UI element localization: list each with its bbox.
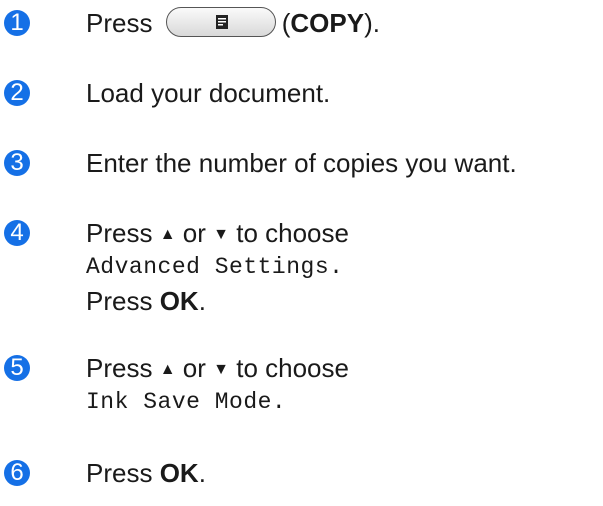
copy-label: COPY <box>290 8 365 38</box>
press-text: Press <box>86 458 153 488</box>
step-3-text: Enter the number of copies you want. <box>86 148 517 178</box>
period: . <box>198 458 206 488</box>
menu-setting-advanced-settings: Advanced Settings. <box>86 254 344 280</box>
up-arrow-icon: ▲ <box>159 361 176 378</box>
close-paren: ). <box>364 8 380 38</box>
step-6-text: Press OK. <box>86 458 206 488</box>
press-text: Press <box>86 353 153 383</box>
step-5-line-1: Press ▲ or ▼ to choose <box>86 353 349 385</box>
menu-setting-ink-save-mode: Ink Save Mode. <box>86 389 287 415</box>
period: . <box>198 286 206 316</box>
step-1-text: Press (COPY). <box>86 7 380 38</box>
press-text: Press <box>86 218 153 248</box>
or-text: or <box>182 218 206 248</box>
to-choose-text: to choose <box>236 218 349 248</box>
down-arrow-icon: ▼ <box>213 226 229 243</box>
to-choose-text: to choose <box>236 353 349 383</box>
step-number-badge: 2 <box>4 80 30 106</box>
step-4-line-3: Press OK. <box>86 286 206 316</box>
step-2-text: Load your document. <box>86 78 331 108</box>
step-4-line-1: Press ▲ or ▼ to choose <box>86 218 349 250</box>
press-text: Press <box>86 286 153 316</box>
step-number-badge: 5 <box>4 355 30 381</box>
or-text: or <box>182 353 206 383</box>
up-arrow-icon: ▲ <box>159 226 176 243</box>
ok-label: OK <box>159 458 199 488</box>
step-number-badge: 6 <box>4 460 30 486</box>
down-arrow-icon: ▼ <box>213 361 229 378</box>
step-number-badge: 3 <box>4 150 30 176</box>
step-number-badge: 4 <box>4 220 30 246</box>
copy-document-icon <box>215 15 228 30</box>
step-number-badge: 1 <box>4 10 30 36</box>
copy-button[interactable] <box>165 7 276 38</box>
press-text: Press <box>86 8 153 38</box>
ok-label: OK <box>159 286 199 316</box>
